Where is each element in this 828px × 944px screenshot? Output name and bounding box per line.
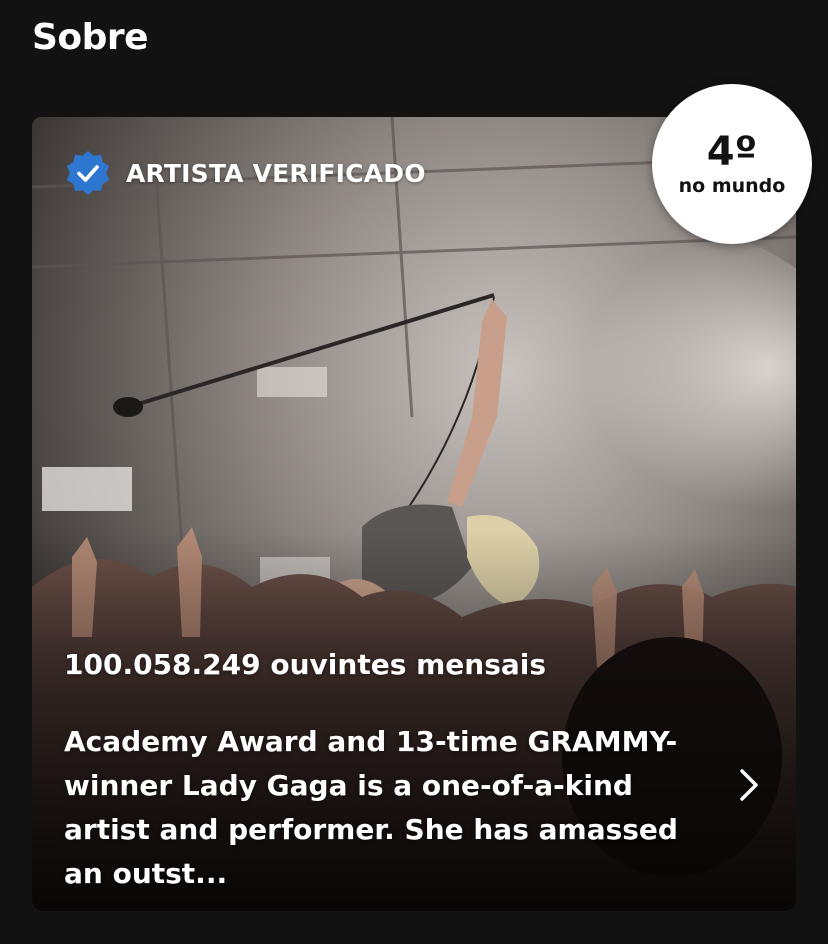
artist-bio: Academy Award and 13-time GRAMMY-winner … bbox=[64, 725, 678, 890]
verified-badge-icon bbox=[66, 151, 110, 195]
verified-label: ARTISTA VERIFICADO bbox=[126, 158, 426, 188]
rank-number: 4º bbox=[706, 129, 758, 175]
section-title: Sobre bbox=[32, 17, 149, 58]
world-rank-badge: 4º no mundo bbox=[652, 84, 812, 244]
about-card[interactable]: ARTISTA VERIFICADO 100.058.249 ouvintes … bbox=[32, 117, 796, 911]
monthly-listeners: 100.058.249 ouvintes mensais bbox=[64, 648, 547, 681]
verified-artist: ARTISTA VERIFICADO bbox=[64, 149, 426, 197]
chevron-right-icon[interactable] bbox=[734, 765, 762, 805]
rank-caption: no mundo bbox=[678, 175, 786, 197]
